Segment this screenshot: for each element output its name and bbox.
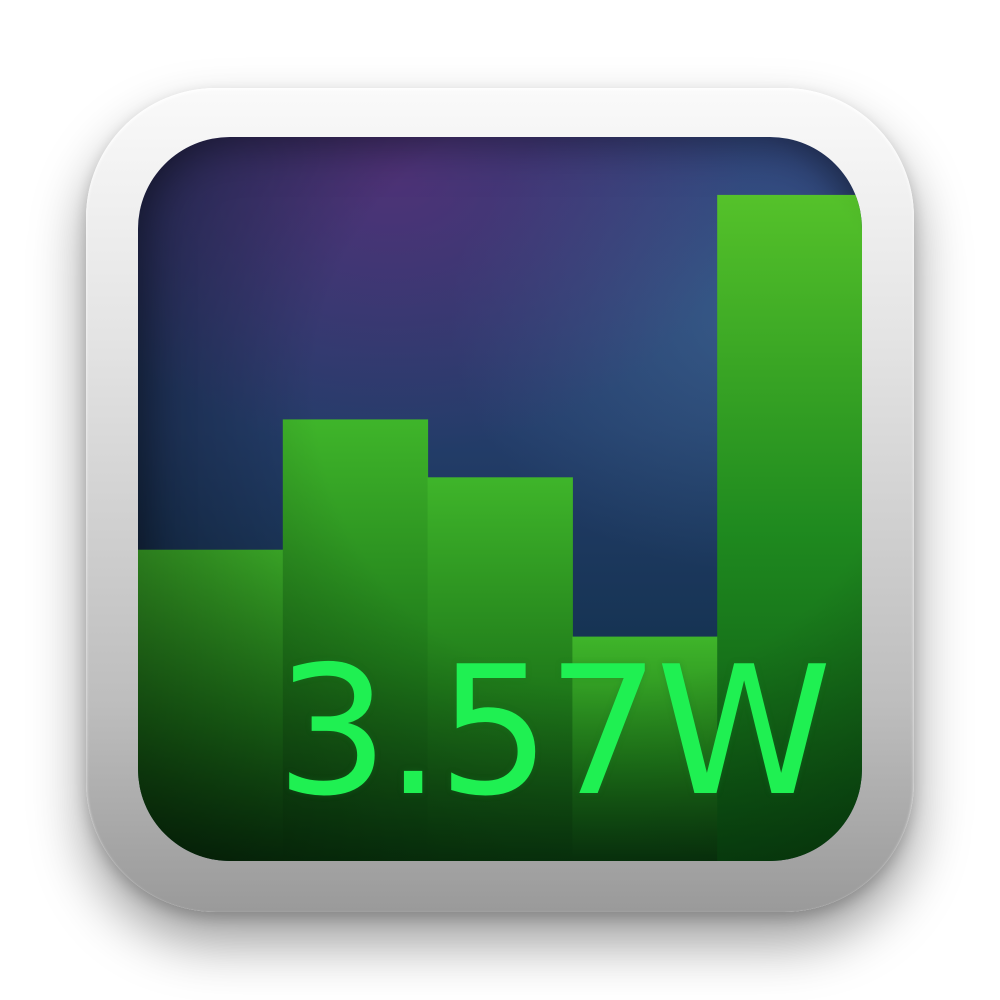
power-readout: 3.57W <box>275 628 832 835</box>
power-bar-1 <box>138 549 284 861</box>
meter-screen: 3.57W <box>138 137 862 861</box>
